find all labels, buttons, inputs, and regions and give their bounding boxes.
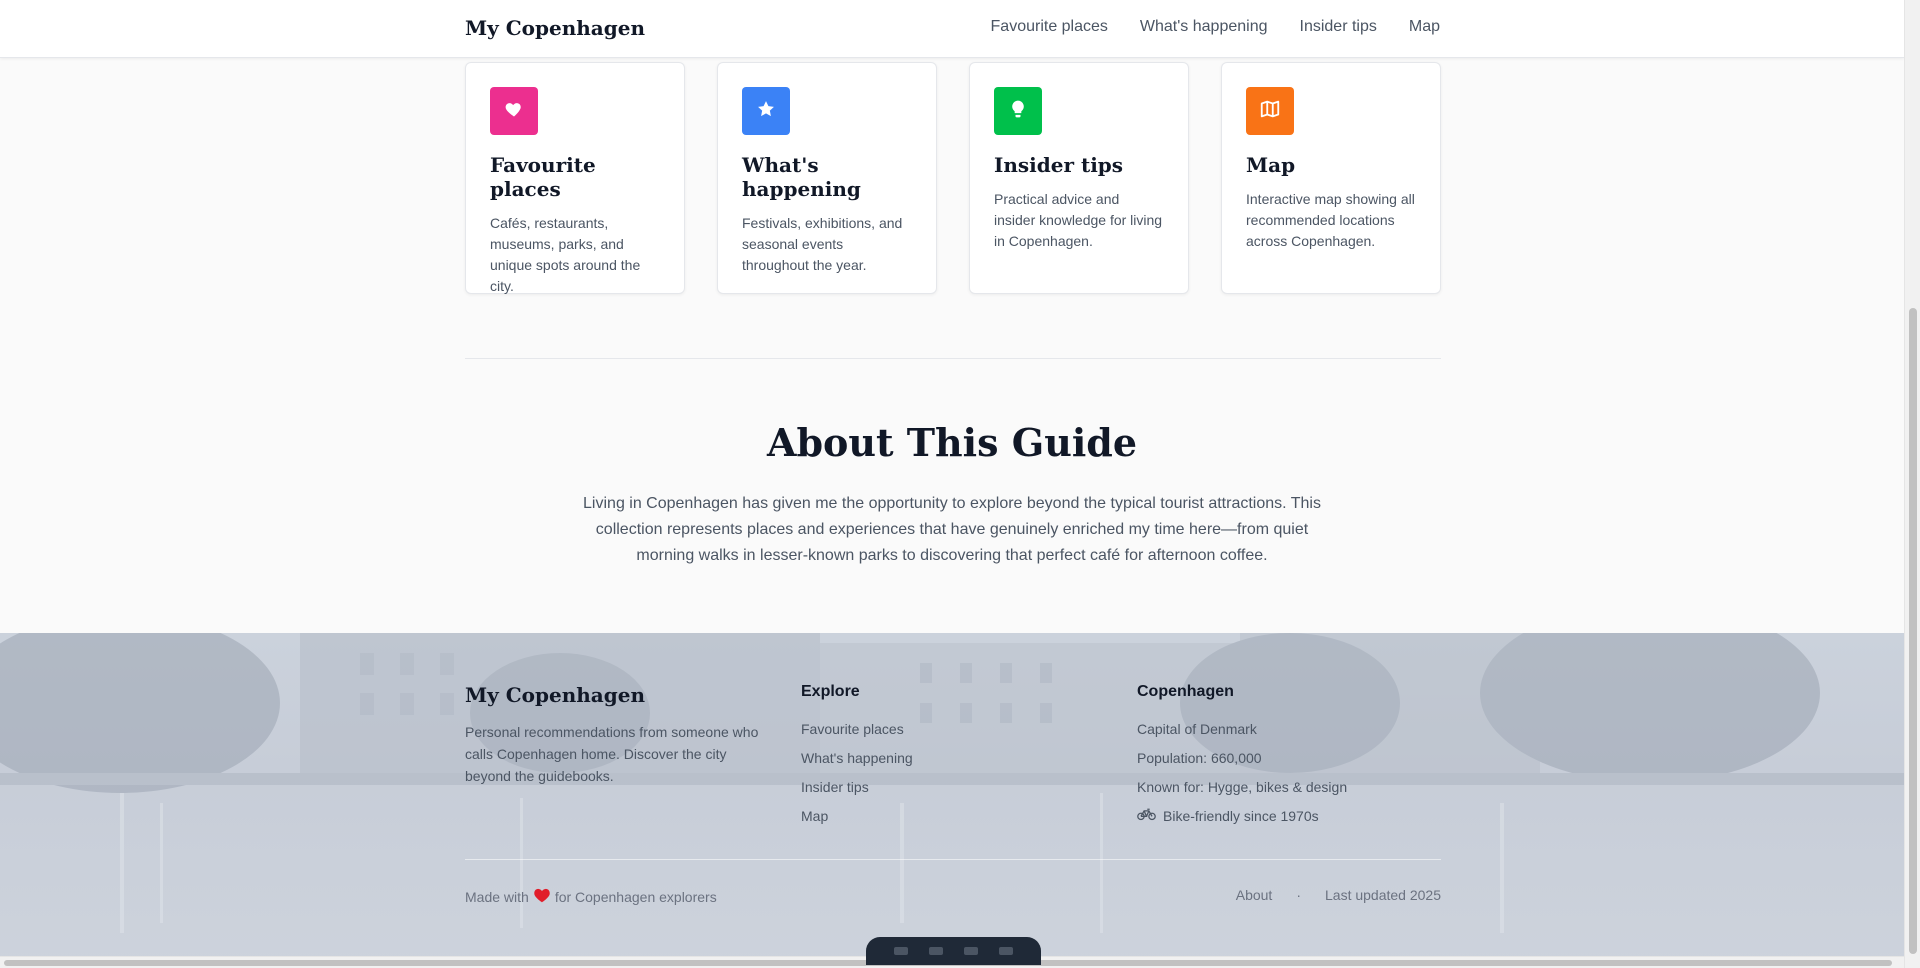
- footer-about-link[interactable]: About: [1236, 887, 1273, 903]
- city-fact: Known for: Hygge, bikes & design: [1137, 779, 1348, 795]
- footer-description: Personal recommendations from someone wh…: [465, 724, 759, 784]
- site-footer: My Copenhagen Personal recommendations f…: [0, 633, 1904, 968]
- card-icon-box: [1246, 87, 1294, 135]
- separator-dot: ·: [1296, 887, 1301, 903]
- made-suffix: for Copenhagen explorers: [554, 888, 717, 905]
- toolbar-icon[interactable]: [929, 947, 944, 955]
- bicycle-icon: [1137, 802, 1156, 831]
- card-description: Interactive map showing all recommended …: [1246, 191, 1415, 249]
- main-nav: Favourite places What's happening Inside…: [991, 18, 1440, 36]
- made-prefix: Made with: [465, 888, 529, 905]
- made-with-note: Made with for Copenhagen explorers: [465, 887, 717, 906]
- footer-brand: My Copenhagen: [465, 683, 645, 707]
- lightbulb-icon: [1008, 99, 1028, 124]
- map-icon: [1259, 98, 1281, 125]
- vertical-scrollbar-thumb[interactable]: [1909, 308, 1917, 954]
- section-divider: [465, 358, 1441, 359]
- toolbar-icon[interactable]: [998, 947, 1013, 955]
- card-title: Map: [1246, 153, 1296, 177]
- card-insider-tips[interactable]: Insider tips Practical advice and inside…: [969, 62, 1189, 294]
- footer-link-insider-tips[interactable]: Insider tips: [801, 773, 913, 802]
- vertical-scrollbar[interactable]: [1904, 0, 1920, 968]
- footer-link-favourite-places[interactable]: Favourite places: [801, 715, 913, 744]
- city-fact-bike: Bike-friendly since 1970s: [1137, 802, 1347, 831]
- card-icon-box: [490, 87, 538, 135]
- heart-icon: [504, 99, 524, 124]
- city-background-image: [0, 633, 1904, 933]
- bike-fact-label: Bike-friendly since 1970s: [1163, 808, 1319, 824]
- card-description: Cafés, restaurants, museums, parks, and …: [490, 215, 641, 294]
- nav-whats-happening[interactable]: What's happening: [1140, 18, 1268, 36]
- heart-icon: [533, 887, 551, 906]
- card-description: Festivals, exhibitions, and seasonal eve…: [742, 215, 903, 273]
- footer-explore-heading: Explore: [801, 683, 860, 700]
- footer-link-whats-happening[interactable]: What's happening: [801, 744, 913, 773]
- footer-explore-column: Explore Favourite places What's happenin…: [801, 683, 913, 831]
- page: My Copenhagen Favourite places What's ha…: [0, 0, 1904, 968]
- nav-insider-tips[interactable]: Insider tips: [1300, 18, 1377, 36]
- card-title: Insider tips: [994, 153, 1124, 177]
- toolbar-icon[interactable]: [894, 947, 909, 955]
- card-description: Practical advice and insider knowledge f…: [994, 191, 1163, 249]
- site-brand[interactable]: My Copenhagen: [465, 16, 645, 40]
- card-icon-box: [994, 87, 1042, 135]
- category-cards: Favourite places Cafés, restaurants, mus…: [465, 62, 1441, 294]
- about-text: Living in Copenhagen has given me the op…: [583, 495, 1321, 564]
- site-header: My Copenhagen Favourite places What's ha…: [0, 0, 1904, 58]
- card-map[interactable]: Map Interactive map showing all recommen…: [1221, 62, 1441, 294]
- card-whats-happening[interactable]: What's happening Festivals, exhibitions,…: [717, 62, 937, 294]
- footer-about-column: My Copenhagen Personal recommendations f…: [465, 683, 775, 787]
- last-updated: Last updated 2025: [1325, 887, 1441, 903]
- city-fact: Population: 660,000: [1137, 750, 1262, 766]
- card-title: Favourite places: [490, 153, 596, 201]
- star-icon: [756, 99, 776, 124]
- nav-map[interactable]: Map: [1409, 18, 1440, 36]
- footer-bottom-links: About · Last updated 2025: [1236, 887, 1441, 903]
- footer-city-column: Copenhagen Capital of Denmark Population…: [1137, 683, 1347, 831]
- footer-city-heading: Copenhagen: [1137, 683, 1234, 700]
- floating-toolbar[interactable]: [866, 937, 1041, 965]
- card-title: What's happening: [742, 153, 861, 201]
- about-title: About This Guide: [766, 420, 1138, 465]
- city-fact: Capital of Denmark: [1137, 721, 1257, 737]
- footer-divider: [465, 859, 1441, 860]
- toolbar-icon[interactable]: [963, 947, 978, 955]
- card-favourite-places[interactable]: Favourite places Cafés, restaurants, mus…: [465, 62, 685, 294]
- nav-favourite-places[interactable]: Favourite places: [991, 18, 1108, 36]
- footer-link-map[interactable]: Map: [801, 802, 913, 831]
- card-icon-box: [742, 87, 790, 135]
